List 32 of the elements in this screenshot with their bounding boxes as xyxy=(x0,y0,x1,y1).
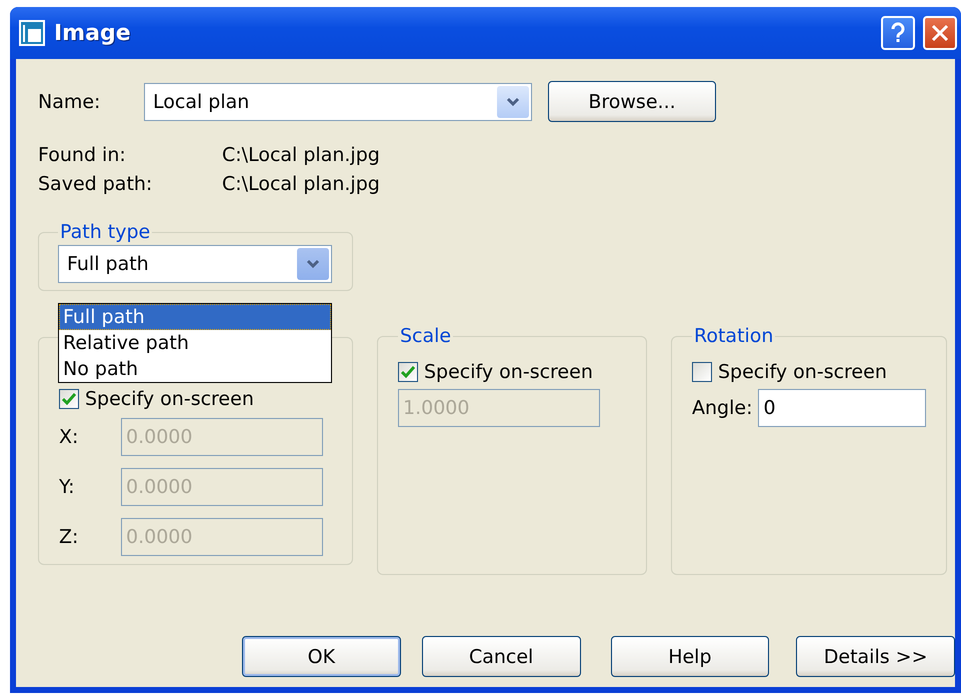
name-combo[interactable]: Local plan xyxy=(144,82,532,120)
info-label: Found in: xyxy=(38,144,127,166)
dialog-button[interactable]: OK xyxy=(242,636,401,677)
dialog-button[interactable]: Details >> xyxy=(796,636,955,677)
checkbox-label: Specify on-screen xyxy=(424,361,593,383)
coordinate-label: X: xyxy=(59,426,80,448)
coordinate-label: Z: xyxy=(59,526,80,548)
group-title: Path type xyxy=(59,221,152,243)
checkbox[interactable] xyxy=(59,389,79,409)
image-icon xyxy=(18,19,46,47)
checkbox-label: Specify on-screen xyxy=(85,388,254,410)
checkmark-icon xyxy=(62,393,76,405)
group-title: Scale xyxy=(399,325,452,347)
info-value: C:\Local plan.jpg xyxy=(222,144,380,166)
field-label: Angle: xyxy=(692,397,752,419)
window-title: Image xyxy=(54,20,132,46)
dropdown-option[interactable]: Full path xyxy=(59,304,331,330)
group-title: Rotation xyxy=(693,325,774,347)
angle-field[interactable]: 0 xyxy=(758,389,926,427)
field-label: Name: xyxy=(38,90,102,112)
checkbox-label: Specify on-screen xyxy=(718,361,887,383)
dialog-button[interactable]: Cancel xyxy=(422,636,580,677)
checkmark-icon xyxy=(401,366,415,378)
browse-button[interactable]: Browse... xyxy=(548,81,716,122)
info-label: Saved path: xyxy=(38,173,154,195)
close-icon[interactable] xyxy=(923,16,957,50)
dialog-button[interactable]: Help xyxy=(610,636,770,677)
coordinate-label: Y: xyxy=(59,476,76,498)
help-icon[interactable] xyxy=(881,16,915,50)
path-type-combo[interactable]: Full path xyxy=(58,245,332,283)
checkbox[interactable] xyxy=(692,362,712,382)
info-value: C:\Local plan.jpg xyxy=(222,173,380,195)
